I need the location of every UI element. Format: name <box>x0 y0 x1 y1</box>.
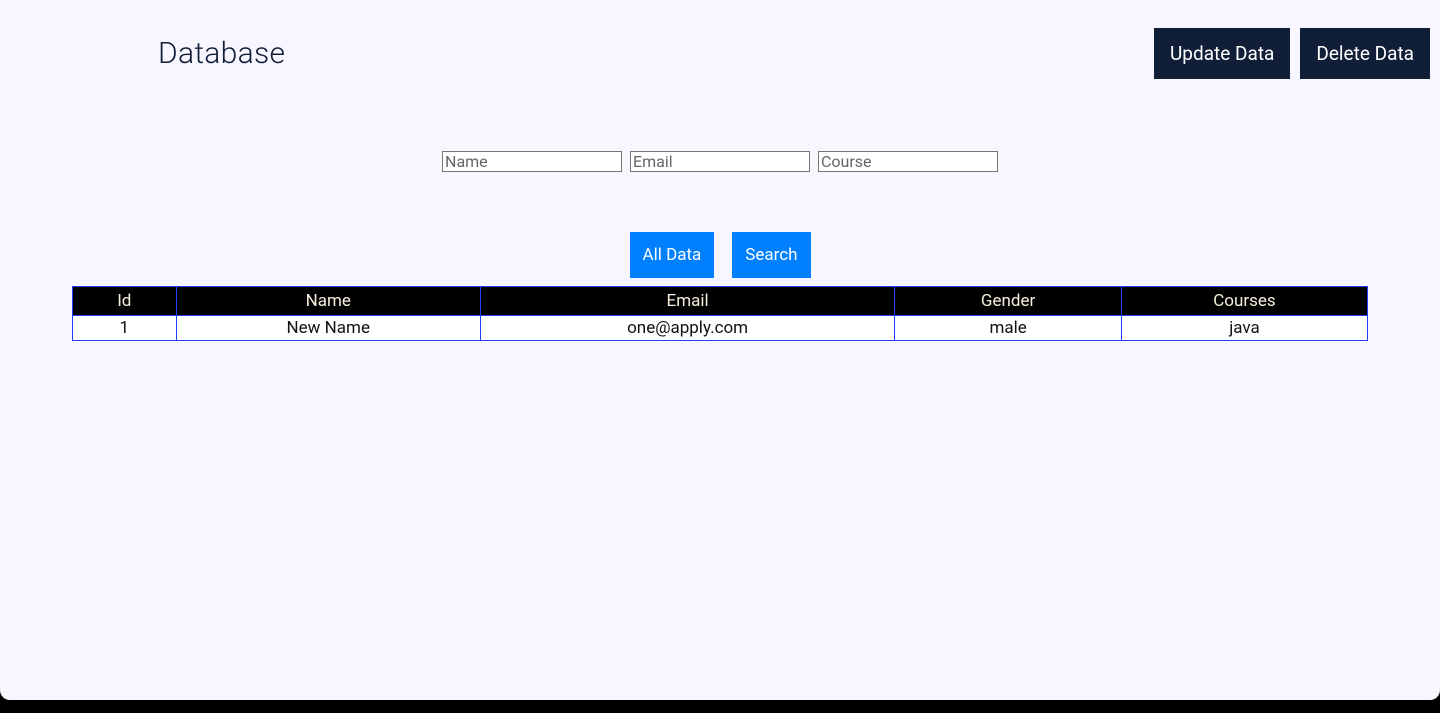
course-input[interactable] <box>818 151 998 172</box>
col-header-email: Email <box>480 287 894 316</box>
header: Database Update Data Delete Data <box>0 0 1440 79</box>
col-header-id: Id <box>73 287 177 316</box>
page-container: Database Update Data Delete Data All Dat… <box>0 0 1440 700</box>
col-header-courses: Courses <box>1121 287 1367 316</box>
email-input[interactable] <box>630 151 810 172</box>
name-input[interactable] <box>442 151 622 172</box>
table-header-row: Id Name Email Gender Courses <box>73 287 1368 316</box>
cell-name: New Name <box>176 316 480 341</box>
table-row: 1 New Name one@apply.com male java <box>73 316 1368 341</box>
cell-gender: male <box>895 316 1122 341</box>
cell-email: one@apply.com <box>480 316 894 341</box>
cell-courses: java <box>1121 316 1367 341</box>
col-header-gender: Gender <box>895 287 1122 316</box>
action-row: All Data Search <box>0 232 1440 278</box>
header-buttons: Update Data Delete Data <box>1154 28 1430 79</box>
delete-data-button[interactable]: Delete Data <box>1300 28 1430 79</box>
col-header-name: Name <box>176 287 480 316</box>
search-button[interactable]: Search <box>732 232 810 278</box>
table-wrap: Id Name Email Gender Courses 1 New Name … <box>72 286 1368 341</box>
page-title: Database <box>158 36 285 71</box>
search-row <box>0 151 1440 172</box>
data-table: Id Name Email Gender Courses 1 New Name … <box>72 286 1368 341</box>
update-data-button[interactable]: Update Data <box>1154 28 1290 79</box>
all-data-button[interactable]: All Data <box>630 232 715 278</box>
cell-id: 1 <box>73 316 177 341</box>
